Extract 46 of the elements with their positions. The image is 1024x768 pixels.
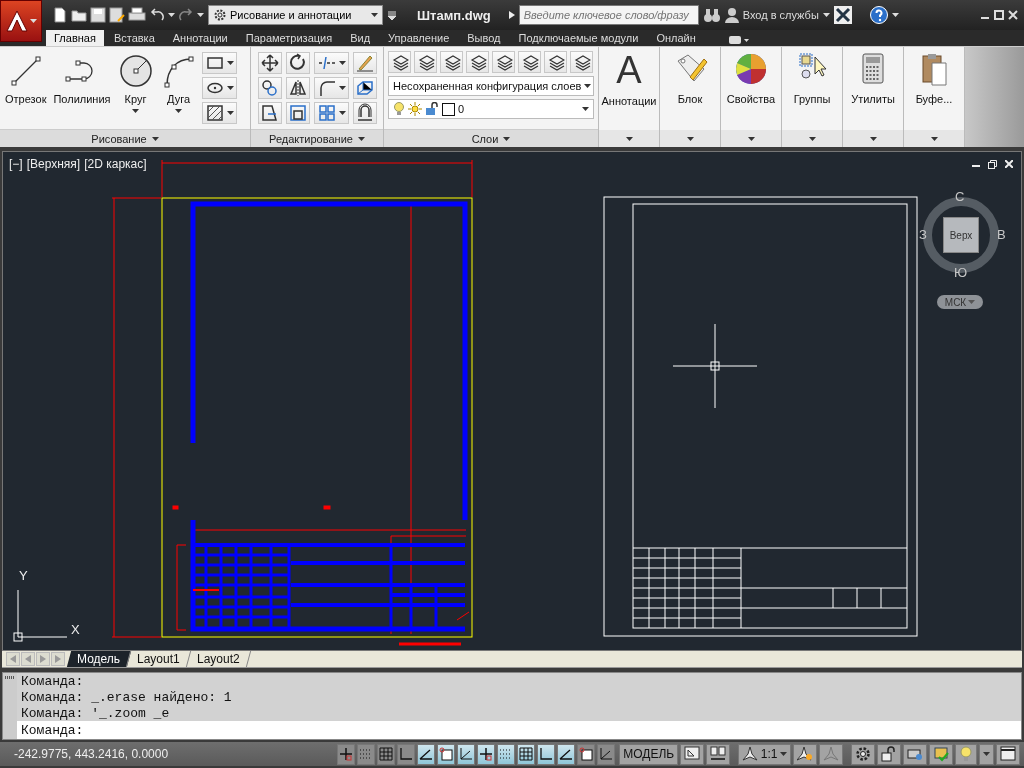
layout-tab[interactable]: Layout1 <box>126 651 191 667</box>
ribbon-panel-button[interactable]: Группы <box>791 47 833 130</box>
ribbon-tab[interactable]: Аннотации <box>164 30 236 46</box>
ribbon-tab[interactable]: Онлайн <box>648 30 704 46</box>
layout-tab[interactable]: Модель <box>66 651 132 667</box>
viewport-control[interactable]: [Верхняя] <box>26 157 81 171</box>
draw-tool-button[interactable]: Круг <box>115 51 156 115</box>
viewport-control[interactable]: [2D каркас] <box>84 157 147 171</box>
ribbon-panel-button[interactable]: Блок <box>670 47 710 130</box>
axis-label: Y <box>19 568 28 583</box>
draw-tool-button[interactable]: Дуга <box>158 51 199 115</box>
model-space-button[interactable]: МОДЕЛЬ <box>619 743 679 765</box>
ribbon-tab[interactable]: Подключаемые модули <box>510 30 647 46</box>
ribbon-tab[interactable]: Управление <box>380 30 458 46</box>
ribbon-tab[interactable]: Вывод <box>459 30 509 46</box>
annotation-scale-button[interactable]: 1:1 <box>737 743 792 765</box>
ribbon-panel-button[interactable]: A Аннотации <box>599 47 659 130</box>
compass-label[interactable]: З <box>919 227 927 242</box>
command-line: Команда: '_.zoom _e <box>21 705 171 721</box>
ucs-menu-button[interactable]: МСК <box>937 295 983 309</box>
layer-dropdown[interactable]: 0 <box>388 99 594 119</box>
search-field[interactable]: Введите ключевое слово/фразу <box>518 5 699 25</box>
compass-label[interactable]: В <box>997 227 1006 242</box>
ribbon-tab[interactable]: Параметризация <box>237 30 341 46</box>
draw-tool-button[interactable]: Полилиния <box>51 51 113 107</box>
sign-in-link[interactable]: Вход в службы <box>742 9 819 21</box>
command-line: Команда: _.erase найдено: 1 <box>21 689 233 705</box>
viewcube-face[interactable]: Верх <box>943 217 979 253</box>
compass-label[interactable]: С <box>955 189 965 204</box>
ribbon-tab[interactable]: Вид <box>342 30 379 46</box>
compass-label[interactable]: Ю <box>954 265 968 280</box>
coordinates: -242.9775, 443.2416, 0.0000 <box>13 747 169 761</box>
workspace-dropdown[interactable]: Рисование и аннотации <box>208 5 383 25</box>
axis-label: X <box>71 622 80 637</box>
viewport-control[interactable]: [−] <box>9 157 23 171</box>
draw-tool-button[interactable]: Отрезок <box>3 51 49 107</box>
layout-tab[interactable]: Layout2 <box>186 651 251 667</box>
file-name: Штамп.dwg <box>417 7 491 23</box>
panel-title-button[interactable]: Рисование <box>0 129 250 147</box>
ribbon-tab[interactable]: Вставка <box>105 30 163 46</box>
ribbon-tab[interactable]: Главная <box>46 30 104 46</box>
command-input[interactable]: Команда: <box>17 721 1021 739</box>
layer-state-dropdown[interactable]: Несохраненная конфигурация слоев <box>388 76 594 96</box>
command-line: Команда: <box>21 673 85 689</box>
panel-title-button[interactable]: Редактирование <box>251 129 383 147</box>
panel-title-button[interactable]: Слои <box>384 129 598 147</box>
